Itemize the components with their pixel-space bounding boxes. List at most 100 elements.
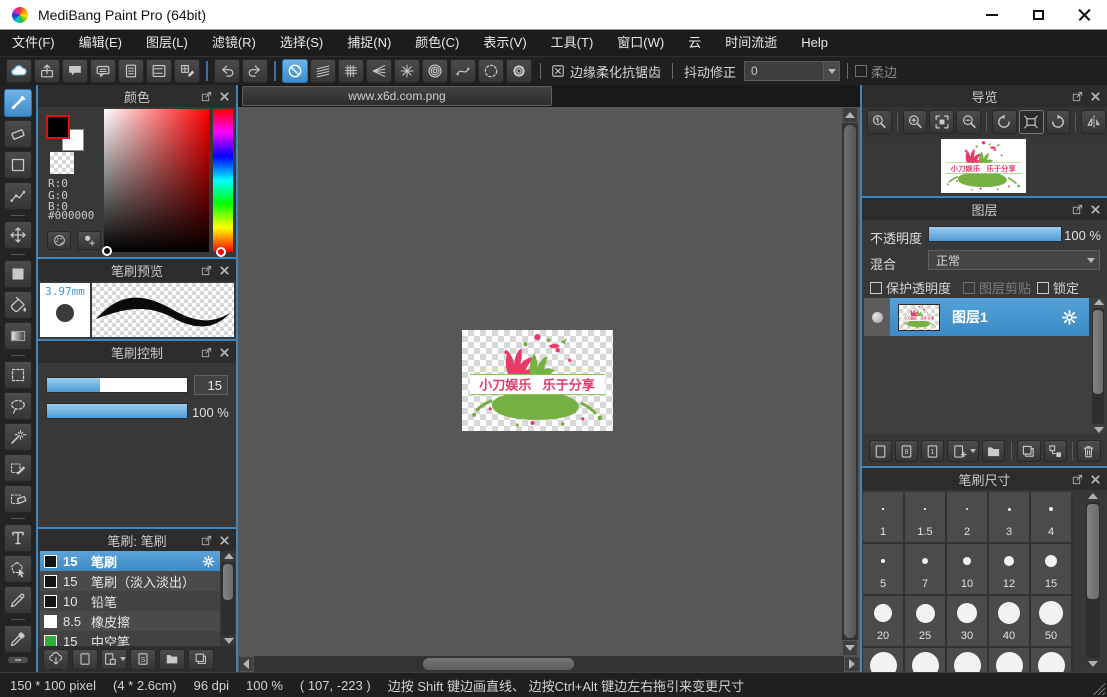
snap-settings-button[interactable] xyxy=(506,59,532,83)
transparent-color-swatch[interactable] xyxy=(50,152,74,174)
minimize-button[interactable] xyxy=(969,0,1015,29)
control-pen-button[interactable] xyxy=(4,182,32,210)
close-panel-icon[interactable] xyxy=(1089,203,1102,216)
script-doc-button[interactable]: S xyxy=(130,649,156,670)
brush-size-cell-15[interactable]: 15 xyxy=(1031,544,1071,594)
select-pen-button[interactable] xyxy=(4,454,32,482)
navigator-thumbnail[interactable] xyxy=(941,139,1026,193)
rotate-cw-button[interactable] xyxy=(1046,110,1071,134)
reset-view-button[interactable] xyxy=(1019,110,1044,134)
brush-list-item[interactable]: 8.5橡皮擦 xyxy=(40,611,220,631)
brush-size-cell-3[interactable]: 3 xyxy=(989,492,1029,542)
zoom-100-button[interactable] xyxy=(867,110,892,134)
select-rect-button[interactable] xyxy=(4,361,32,389)
folder-button[interactable] xyxy=(159,649,185,670)
add-layer-menu-button[interactable] xyxy=(947,440,979,462)
layer-visibility-cell[interactable] xyxy=(864,298,890,336)
grid-edit-button[interactable] xyxy=(174,59,200,83)
brush-button[interactable] xyxy=(4,89,32,117)
brush-size-cell[interactable] xyxy=(905,648,945,672)
brush-opacity-slider[interactable] xyxy=(46,403,188,419)
popout-icon[interactable] xyxy=(1071,203,1084,216)
brush-list-item[interactable]: 15笔刷（淡入淡出） xyxy=(40,571,220,591)
delete-button[interactable] xyxy=(1077,440,1100,462)
scroll-up-arrow[interactable] xyxy=(842,107,858,123)
new-layer-1bit-button[interactable]: 1 xyxy=(921,440,944,462)
eyedropper-button[interactable] xyxy=(4,625,32,653)
gradient-tool-button[interactable] xyxy=(4,322,32,350)
brush-size-cell-4[interactable]: 4 xyxy=(1031,492,1071,542)
canvas-vertical-scrollbar[interactable] xyxy=(842,107,858,656)
layer-row[interactable]: 图层1 xyxy=(864,298,1089,336)
menu-item-3[interactable]: 滤镜(R) xyxy=(200,30,268,56)
shape-rect-button[interactable] xyxy=(4,151,32,179)
hue-bar[interactable] xyxy=(213,109,233,252)
layer-settings-icon[interactable] xyxy=(1060,308,1079,327)
snap-radial-button[interactable] xyxy=(394,59,420,83)
duplicate-button[interactable] xyxy=(188,649,214,670)
popout-icon[interactable] xyxy=(1071,90,1084,103)
text-tool-button[interactable] xyxy=(4,524,32,552)
undo-button[interactable] xyxy=(214,59,240,83)
saturation-value-box[interactable] xyxy=(104,109,209,252)
color-picker-button[interactable] xyxy=(77,231,101,250)
brush-size-cell-1[interactable]: 1 xyxy=(863,492,903,542)
brush-size-cell-1.5[interactable]: 1.5 xyxy=(905,492,945,542)
zoom-in-button[interactable] xyxy=(903,110,928,134)
speech-bubble-button[interactable] xyxy=(62,59,88,83)
snap-vanishing-button[interactable] xyxy=(366,59,392,83)
protect-alpha-checkbox[interactable]: 保护透明度 xyxy=(870,278,951,297)
menu-item-4[interactable]: 选择(S) xyxy=(268,30,335,56)
hue-cursor[interactable] xyxy=(216,247,226,257)
upload-button[interactable] xyxy=(34,59,60,83)
brush-list-item[interactable]: 15中空笔 xyxy=(40,631,220,646)
brush-list-item[interactable]: 10铅笔 xyxy=(40,591,220,611)
canvas-area[interactable]: www.x6d.com.png xyxy=(238,85,860,672)
redo-button[interactable] xyxy=(242,59,268,83)
brush-size-cell-10[interactable]: 10 xyxy=(947,544,987,594)
menu-item-0[interactable]: 文件(F) xyxy=(0,30,67,56)
resize-grip[interactable] xyxy=(1093,683,1105,695)
menu-item-2[interactable]: 图层(L) xyxy=(134,30,200,56)
layer-list-scrollbar[interactable] xyxy=(1091,298,1105,434)
document-tab[interactable]: www.x6d.com.png xyxy=(242,86,552,106)
clipping-checkbox[interactable]: 图层剪贴 xyxy=(963,278,1031,297)
canvas-horizontal-scrollbar[interactable] xyxy=(238,656,860,672)
brush-size-cell[interactable] xyxy=(863,648,903,672)
palette-button[interactable] xyxy=(47,231,71,250)
brush-size-cell-7[interactable]: 7 xyxy=(905,544,945,594)
fit-window-button[interactable] xyxy=(929,110,954,134)
folder-button[interactable] xyxy=(982,440,1005,462)
horizontal-scroll-thumb[interactable] xyxy=(423,658,574,670)
menu-item-5[interactable]: 捕捉(N) xyxy=(335,30,403,56)
brush-size-cell-50[interactable]: 50 xyxy=(1031,596,1071,646)
stylus-pen-button[interactable] xyxy=(4,586,32,614)
eraser-button[interactable] xyxy=(4,120,32,148)
close-panel-icon[interactable] xyxy=(1089,473,1102,486)
sv-cursor[interactable] xyxy=(102,246,112,256)
brush-size-scrollbar[interactable] xyxy=(1085,492,1101,668)
menu-item-7[interactable]: 表示(V) xyxy=(471,30,538,56)
duplicate-button[interactable] xyxy=(1017,440,1040,462)
menu-item-10[interactable]: 云 xyxy=(676,30,713,56)
tool-overflow-button[interactable] xyxy=(7,656,29,664)
new-layer-button[interactable] xyxy=(869,440,892,462)
menu-item-12[interactable]: Help xyxy=(789,30,840,56)
close-panel-icon[interactable] xyxy=(218,346,231,359)
brush-size-cell[interactable] xyxy=(947,648,987,672)
merge-down-button[interactable] xyxy=(1044,440,1067,462)
new-doc-button[interactable] xyxy=(72,649,98,670)
brush-size-value[interactable]: 15 xyxy=(194,375,228,395)
scroll-left-arrow[interactable] xyxy=(238,656,254,672)
foreground-color-swatch[interactable] xyxy=(46,115,70,139)
bucket-button[interactable] xyxy=(4,291,32,319)
menu-item-8[interactable]: 工具(T) xyxy=(539,30,606,56)
snap-curve-button[interactable] xyxy=(450,59,476,83)
doc-menu-button[interactable] xyxy=(101,649,127,670)
cloud-download-button[interactable] xyxy=(43,649,69,670)
stabilizer-dropdown[interactable]: 0 xyxy=(744,61,840,81)
select-eraser-button[interactable] xyxy=(4,485,32,513)
brush-size-cell-5[interactable]: 5 xyxy=(863,544,903,594)
vertical-scroll-thumb[interactable] xyxy=(844,125,856,638)
popout-icon[interactable] xyxy=(200,264,213,277)
